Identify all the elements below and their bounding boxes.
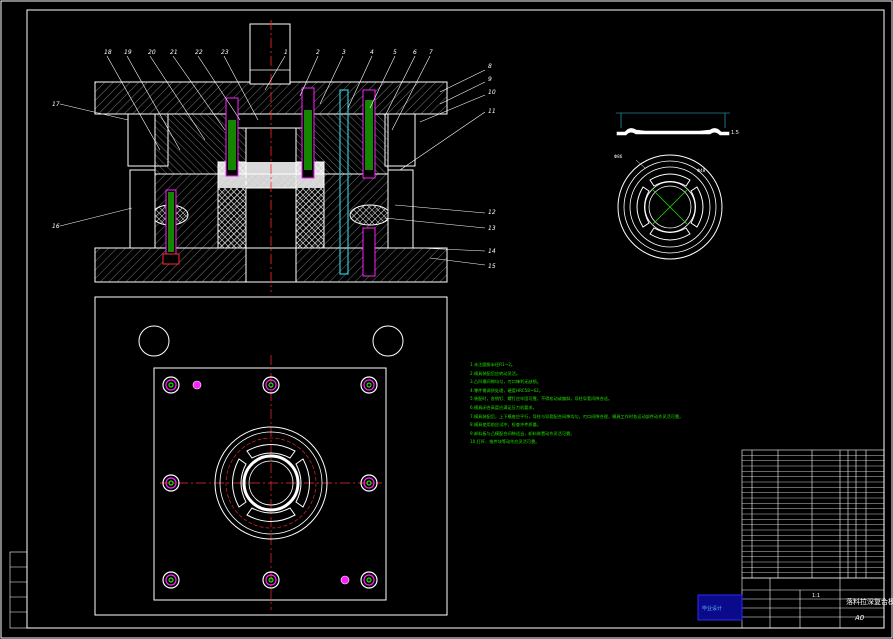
- dowel-pin-2: [340, 575, 350, 585]
- title-block-sheet: A0: [854, 614, 865, 622]
- part-9: 9: [488, 76, 492, 83]
- part-1: 1: [284, 49, 288, 56]
- die-block-outline: [153, 367, 387, 601]
- part-3: 3: [342, 49, 346, 56]
- title-block-scale: 1:1: [812, 593, 820, 599]
- part-14: 14: [488, 248, 496, 255]
- part-profile-view: 1.5: [616, 112, 739, 136]
- plan-view: [94, 296, 448, 616]
- part-5: 5: [393, 49, 397, 56]
- note-2: 2.模具装配后应转动灵活。: [470, 370, 521, 376]
- guide-hole-left: [138, 325, 170, 357]
- thickness-dim: 1.5: [731, 130, 739, 136]
- part-12: 12: [488, 209, 496, 216]
- note-1: 1.未注圆角半径R1~2。: [470, 362, 516, 367]
- note-5: 5.装配时，各销钉、螺钉应牢固可靠，不得松动或偏斜，导柱导套间隙合适。: [470, 396, 613, 402]
- guide-hole-right: [372, 325, 404, 357]
- svg-text:毕业设计: 毕业设计: [702, 605, 722, 612]
- part-6: 6: [413, 49, 417, 56]
- part-4: 4: [370, 49, 374, 56]
- part-8: 8: [488, 63, 492, 70]
- bolt-left-upper: [225, 97, 239, 177]
- parts-list-rows: [742, 455, 884, 573]
- part-23: 23: [221, 49, 229, 56]
- part-19: 19: [124, 49, 132, 56]
- upper-right-block: [384, 113, 416, 167]
- dowel-pin-1: [192, 380, 202, 390]
- screw-heads: [162, 376, 378, 589]
- school-stamp: 毕业设计: [697, 594, 743, 621]
- note-8: 8.模具使用前应试冲，检查冲件质量。: [470, 422, 541, 428]
- note-4: 4.零件需调质处理，硬度HRC58~62。: [470, 387, 543, 393]
- margin-block: [9, 551, 28, 629]
- drawing-sheet: 18 19 20 21 22 23 1 2 3 4 5 6 7 8 9 10 1…: [0, 0, 893, 639]
- bolt-mid-upper: [301, 87, 315, 179]
- title-block-title: 落料拉深复合模: [846, 597, 893, 606]
- rubber-right: [349, 204, 391, 226]
- note-6: 6.模具闭合高度应满足压力机要求。: [470, 404, 537, 410]
- part-22: 22: [195, 49, 203, 56]
- note-7: 7.模具装配后，上下模座应平行，导柱与导套配合间隙均匀，刃口间隙合理，模具工作时…: [470, 413, 684, 419]
- technical-notes: 1.未注圆角半径R1~2。 2.模具装配后应转动灵活。 3.凸凹模间隙均匀，刃口…: [470, 361, 770, 447]
- part-10: 10: [488, 89, 496, 96]
- note-3: 3.凸凹模间隙均匀，刃口锋利无缺损。: [470, 379, 541, 385]
- inner-dia-label: Φ48: [697, 168, 706, 173]
- part-7: 7: [429, 49, 433, 56]
- section-view: [59, 20, 486, 292]
- part-plan-view: Φ86 Φ48: [614, 154, 723, 260]
- part-11: 11: [488, 108, 496, 115]
- outer-dia-label: Φ86: [614, 154, 623, 159]
- note-9: 9.卸料板与凸模配合间隙适当，卸料装置动作灵活可靠。: [470, 430, 575, 436]
- part-15: 15: [488, 263, 496, 270]
- part-21: 21: [170, 49, 178, 56]
- part-2: 2: [316, 49, 320, 56]
- part-17: 17: [52, 101, 60, 108]
- note-10: 10.打杆、推件块等动作应灵活可靠。: [470, 439, 540, 445]
- part-13: 13: [488, 225, 496, 232]
- part-18: 18: [104, 49, 112, 56]
- part-16: 16: [52, 223, 60, 230]
- part-20: 20: [148, 49, 156, 56]
